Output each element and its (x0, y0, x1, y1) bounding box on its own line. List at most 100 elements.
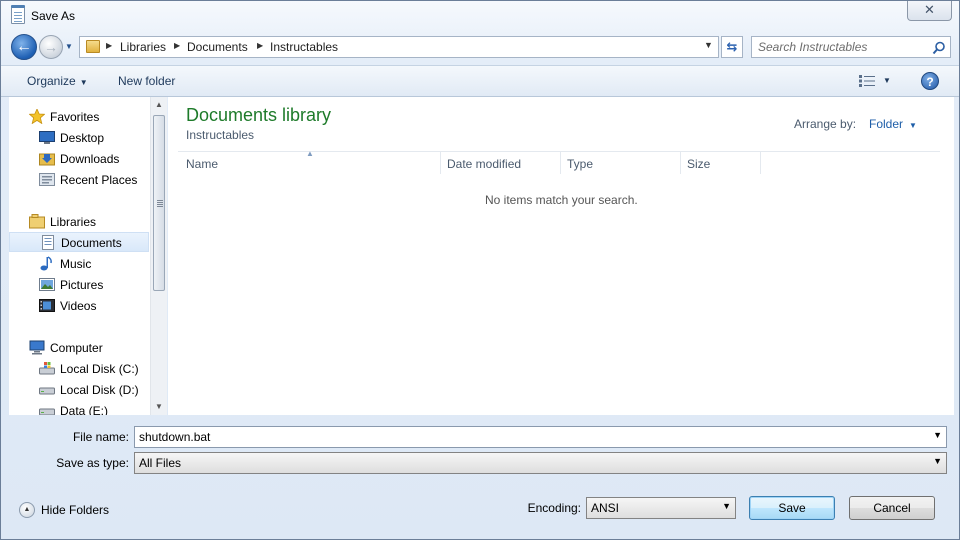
file-name-combobox[interactable]: ▼ (134, 426, 947, 448)
forward-button[interactable]: → (39, 35, 63, 59)
nav-recent-places-label: Recent Places (60, 173, 138, 187)
file-name-input[interactable] (139, 430, 869, 444)
nav-computer[interactable]: Computer (9, 338, 149, 358)
star-icon (29, 109, 45, 124)
nav-libraries[interactable]: Libraries (9, 212, 149, 232)
breadcrumb-libraries[interactable]: Libraries (120, 40, 166, 54)
column-header-date-modified[interactable]: Date modified (447, 157, 521, 171)
nav-music-label: Music (60, 257, 92, 271)
chevron-down-icon: ▼ (909, 121, 917, 130)
hide-folders-label: Hide Folders (41, 503, 110, 517)
system-drive-icon (39, 362, 55, 375)
breadcrumb-chevron-icon[interactable]: ▶ (106, 41, 112, 50)
nav-computer-label: Computer (50, 341, 103, 355)
search-box[interactable] (751, 36, 951, 58)
nav-recent-places[interactable]: Recent Places (9, 170, 149, 190)
scroll-down-icon[interactable]: ▼ (151, 399, 167, 415)
nav-desktop-label: Desktop (60, 131, 105, 145)
chevron-down-icon[interactable]: ▼ (933, 456, 942, 466)
scroll-up-icon[interactable]: ▲ (151, 97, 167, 113)
breadcrumb-chevron-icon[interactable]: ▶ (257, 41, 263, 50)
nav-pictures-label: Pictures (60, 278, 104, 292)
nav-data-e-label: Data (E:) (60, 404, 109, 415)
search-icon[interactable] (932, 41, 946, 55)
collapse-up-icon: ▲ (19, 502, 35, 518)
navigation-scrollbar[interactable]: ▲ ▼ (150, 97, 167, 415)
view-options-dropdown-icon[interactable]: ▼ (883, 76, 891, 85)
forward-arrow-icon: → (44, 39, 58, 55)
change-view-icon[interactable] (859, 75, 875, 87)
organize-menu[interactable]: Organize ▼ (27, 74, 88, 88)
nav-videos-label: Videos (60, 299, 97, 313)
save-button[interactable]: Save (749, 496, 835, 520)
cancel-button[interactable]: Cancel (849, 496, 935, 520)
nav-documents-label: Documents (61, 236, 122, 250)
breadcrumb-chevron-icon[interactable]: ▶ (174, 41, 180, 50)
new-folder-button[interactable]: New folder (118, 74, 175, 88)
nav-music[interactable]: Music (9, 254, 149, 274)
chevron-down-icon[interactable]: ▼ (722, 501, 731, 511)
desktop-icon (39, 131, 55, 144)
refresh-button[interactable]: ⇆ (721, 36, 743, 58)
nav-videos[interactable]: Videos (9, 296, 149, 316)
search-input[interactable] (758, 40, 928, 54)
nav-data-e[interactable]: Data (E:) (9, 401, 149, 415)
organize-label: Organize (27, 74, 76, 88)
nav-desktop[interactable]: Desktop (9, 128, 149, 148)
save-as-type-value: All Files (139, 456, 182, 470)
encoding-value: ANSI (591, 501, 620, 515)
breadcrumb-instructables[interactable]: Instructables (270, 40, 338, 54)
save-as-type-label: Save as type: (56, 456, 129, 470)
save-as-dialog: Save As ✕ ← → ▼ ▶ Libraries ▶ Documents … (0, 0, 960, 540)
arrange-by-label: Arrange by: (794, 117, 857, 131)
arrange-by-value: Folder (869, 117, 904, 131)
address-history-dropdown-icon[interactable]: ▼ (704, 40, 713, 50)
help-button[interactable]: ? (921, 72, 939, 90)
title-bar: Save As ✕ (1, 1, 959, 31)
folder-icon (86, 40, 100, 53)
back-button[interactable]: ← (11, 34, 37, 60)
recent-pages-dropdown[interactable]: ▼ (65, 42, 75, 52)
sort-ascending-icon: ▲ (306, 149, 314, 158)
recent-places-icon (39, 173, 55, 186)
nav-libraries-label: Libraries (50, 215, 97, 229)
notepad-icon (11, 5, 25, 24)
arrange-by-dropdown[interactable]: Folder ▼ (869, 117, 917, 131)
computer-icon (29, 340, 45, 355)
nav-pictures[interactable]: Pictures (9, 275, 149, 295)
nav-local-disk-d[interactable]: Local Disk (D:) (9, 380, 149, 400)
music-icon (40, 256, 52, 271)
column-separator[interactable] (560, 152, 561, 174)
close-button[interactable]: ✕ (907, 1, 952, 21)
header-divider (178, 151, 940, 152)
library-subtitle: Instructables (186, 128, 255, 142)
nav-favorites-label: Favorites (50, 110, 100, 124)
save-as-type-select[interactable]: All Files ▼ (134, 452, 947, 474)
window-title: Save As (31, 9, 76, 23)
column-header-size[interactable]: Size (687, 157, 710, 171)
chevron-down-icon[interactable]: ▼ (933, 430, 942, 440)
address-bar[interactable]: ▶ Libraries ▶ Documents ▶ Instructables … (79, 36, 719, 58)
nav-local-disk-c[interactable]: Local Disk (C:) (9, 359, 149, 379)
column-separator[interactable] (440, 152, 441, 174)
breadcrumb-documents[interactable]: Documents (187, 40, 248, 54)
nav-downloads-label: Downloads (60, 152, 120, 166)
command-bar: Organize ▼ New folder ▼ ? (1, 65, 959, 97)
libraries-icon (29, 214, 45, 229)
column-separator[interactable] (680, 152, 681, 174)
scrollbar-thumb[interactable] (153, 115, 165, 291)
encoding-select[interactable]: ANSI ▼ (586, 497, 736, 519)
nav-downloads[interactable]: Downloads (9, 149, 149, 169)
column-header-type[interactable]: Type (567, 157, 593, 171)
documents-icon (42, 235, 54, 250)
nav-local-disk-c-label: Local Disk (C:) (60, 362, 139, 376)
nav-documents[interactable]: Documents (9, 232, 149, 252)
column-separator[interactable] (760, 152, 761, 174)
library-title: Documents library (186, 105, 332, 125)
back-arrow-icon: ← (16, 38, 32, 55)
column-header-name[interactable]: Name (186, 157, 218, 171)
encoding-label: Encoding: (527, 501, 581, 515)
nav-favorites[interactable]: Favorites (9, 107, 149, 127)
chevron-down-icon: ▼ (79, 78, 88, 87)
videos-icon (39, 299, 55, 312)
